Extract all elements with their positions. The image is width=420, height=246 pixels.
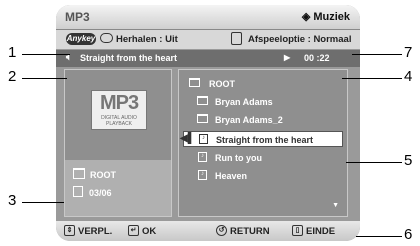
anykey-button[interactable]: Anykey (66, 33, 96, 45)
playlist-icon (231, 32, 242, 45)
folder-info: ROOT 03/06 (65, 160, 171, 216)
folder-up-icon (189, 78, 200, 87)
arrow-keys-icon: ⇕ (64, 225, 75, 236)
header-bar: MP3 ◈ Muziek (56, 5, 360, 30)
music-file-icon (73, 186, 83, 197)
repeat-option[interactable]: Herhalen : Uit (116, 34, 178, 45)
track-counter: 03/06 (73, 186, 112, 198)
screen-title: MP3 (65, 10, 90, 24)
play-indicator-icon: ▶ (284, 53, 291, 62)
repeat-icon (100, 33, 113, 43)
current-folder: ROOT (73, 168, 116, 180)
callout-4: 4 (404, 68, 413, 85)
mp3-logo-text: MP3 (99, 92, 139, 114)
list-item[interactable]: Bryan Adams (183, 94, 343, 110)
list-item[interactable]: Bryan Adams_2 (183, 112, 343, 128)
callout-6-line (356, 236, 402, 237)
music-mode-label: ◈ Muziek (301, 11, 350, 23)
options-row: Anykey Herhalen : Uit Afspeeloptie : Nor… (56, 30, 360, 49)
list-item[interactable]: ♪ Run to you (183, 150, 343, 166)
callout-5-line (346, 162, 402, 163)
playback-option[interactable]: Afspeeloptie : Normaal (248, 34, 351, 45)
now-playing-title: Straight from the heart (80, 53, 178, 63)
folder-icon (197, 114, 208, 123)
callout-6: 6 (404, 226, 413, 243)
list-item[interactable]: ROOT (183, 76, 343, 92)
file-list: ROOT Bryan Adams Bryan Adams_2 ◀▌ ♪ Stra… (178, 69, 348, 217)
speaker-icon: ◀▌ (180, 133, 195, 144)
mp3-logo: MP3 DIGITAL AUDIO PLAYBACK (91, 90, 147, 130)
callout-5: 5 (404, 152, 413, 169)
scroll-down-icon[interactable]: ▼ (332, 202, 339, 209)
callout-2-line (22, 78, 67, 79)
callout-2: 2 (8, 68, 17, 85)
music-file-icon: ♪ (198, 170, 207, 180)
callout-3-line (22, 202, 64, 203)
callout-4-line (342, 78, 402, 79)
return-icon: ↺ (216, 225, 227, 236)
footer-bar: ⇕ VERPL. ↵ OK ↺ RETURN ▯ EINDE (56, 221, 360, 241)
callout-1: 1 (8, 44, 17, 61)
list-item-selected[interactable]: ◀▌ ♪ Straight from the heart (180, 131, 343, 147)
player-screen: MP3 ◈ Muziek Anykey Herhalen : Uit Afspee… (56, 5, 360, 241)
enter-key-icon: ↵ (128, 225, 139, 236)
list-item[interactable]: ♪ Heaven (183, 168, 343, 184)
exit-icon: ▯ (292, 225, 303, 236)
info-panel: MP3 DIGITAL AUDIO PLAYBACK ROOT 03/06 (64, 69, 172, 217)
callout-3: 3 (8, 192, 17, 209)
mp3-logo-subtext: DIGITAL AUDIO PLAYBACK (101, 115, 137, 127)
callout-7: 7 (404, 44, 413, 61)
callout-7-line (352, 54, 402, 55)
now-playing-bar: 🔈︎ Straight from the heart ▶ 00 :22 (56, 50, 360, 67)
diamond-icon: ◈ (301, 11, 311, 23)
music-file-icon: ♪ (198, 152, 207, 162)
elapsed-time: 00 :22 (304, 53, 330, 63)
folder-icon (73, 168, 85, 179)
folder-icon (197, 96, 208, 105)
music-file-icon: ♪ (199, 134, 208, 144)
callout-1-line (22, 54, 70, 55)
